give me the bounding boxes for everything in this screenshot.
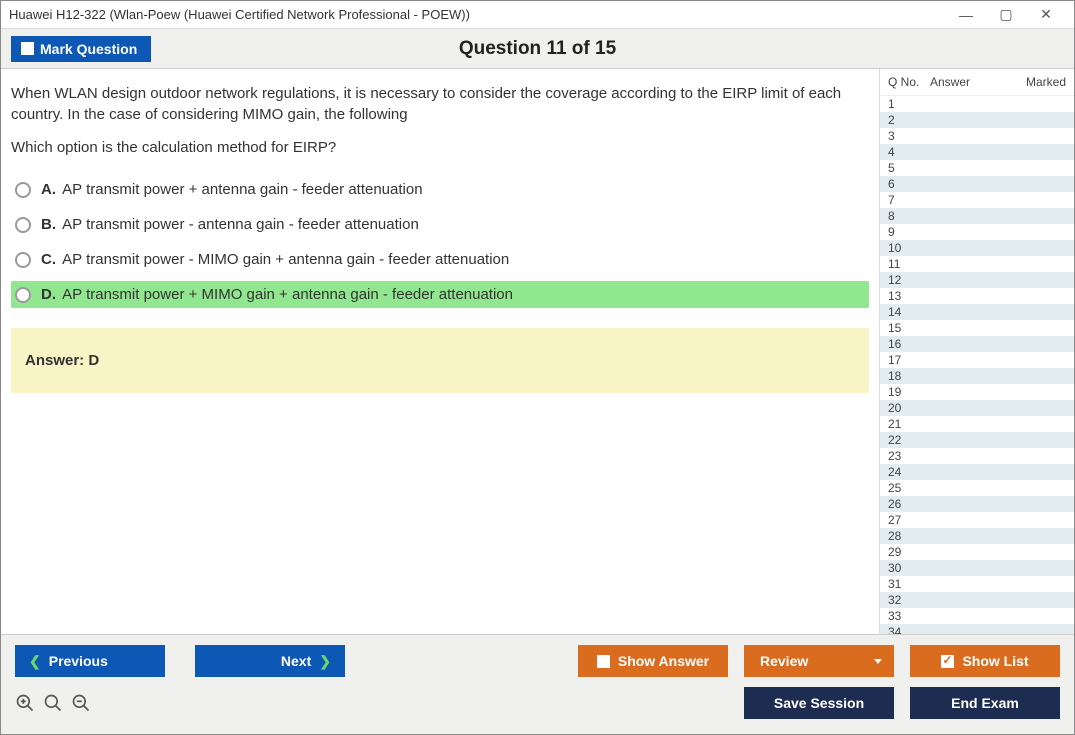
chevron-left-icon: ❮ <box>29 653 41 670</box>
chevron-down-icon <box>874 659 882 664</box>
show-list-label: Show List <box>962 653 1028 669</box>
col-qno: Q No. <box>888 75 930 89</box>
previous-label: Previous <box>49 653 108 669</box>
content-row: When WLAN design outdoor network regulat… <box>1 69 1074 634</box>
list-item[interactable]: 7 <box>880 192 1074 208</box>
option-text: D. AP transmit power + MIMO gain + anten… <box>41 286 513 303</box>
list-item[interactable]: 29 <box>880 544 1074 560</box>
list-item[interactable]: 27 <box>880 512 1074 528</box>
answer-box: Answer: D <box>11 328 869 393</box>
list-item[interactable]: 5 <box>880 160 1074 176</box>
zoom-out-icon[interactable] <box>71 693 91 713</box>
maximize-button[interactable]: ▢ <box>986 3 1026 27</box>
question-list-panel: Q No. Answer Marked 12345678910111213141… <box>879 69 1074 634</box>
mark-question-button[interactable]: Mark Question <box>11 36 151 62</box>
list-item[interactable]: 2 <box>880 112 1074 128</box>
radio-icon <box>15 217 31 233</box>
header-bar: Mark Question Question 11 of 15 <box>1 29 1074 69</box>
list-item[interactable]: 6 <box>880 176 1074 192</box>
button-row-2: Save Session End Exam <box>15 687 1060 719</box>
list-item[interactable]: 30 <box>880 560 1074 576</box>
list-item[interactable]: 18 <box>880 368 1074 384</box>
bottom-area: ❮ Previous Next ❯ Show Answer Review Sho… <box>1 634 1074 734</box>
end-exam-button[interactable]: End Exam <box>910 687 1060 719</box>
checkbox-checked-icon <box>941 655 954 668</box>
option-row[interactable]: B. AP transmit power - antenna gain - fe… <box>11 211 869 238</box>
list-item[interactable]: 20 <box>880 400 1074 416</box>
radio-icon <box>15 252 31 268</box>
zoom-reset-icon[interactable] <box>43 693 63 713</box>
list-item[interactable]: 19 <box>880 384 1074 400</box>
list-item[interactable]: 28 <box>880 528 1074 544</box>
list-item[interactable]: 31 <box>880 576 1074 592</box>
minimize-button[interactable]: — <box>946 3 986 27</box>
mark-question-label: Mark Question <box>40 41 137 57</box>
review-label: Review <box>760 653 808 669</box>
end-exam-label: End Exam <box>951 695 1019 711</box>
side-list[interactable]: 1234567891011121314151617181920212223242… <box>880 96 1074 634</box>
list-item[interactable]: 26 <box>880 496 1074 512</box>
previous-button[interactable]: ❮ Previous <box>15 645 165 677</box>
list-item[interactable]: 14 <box>880 304 1074 320</box>
checkbox-icon <box>21 42 34 55</box>
question-heading: Question 11 of 15 <box>1 38 1074 60</box>
save-session-label: Save Session <box>774 695 864 711</box>
col-answer: Answer <box>930 75 1016 89</box>
list-item[interactable]: 16 <box>880 336 1074 352</box>
option-row[interactable]: C. AP transmit power - MIMO gain + anten… <box>11 246 869 273</box>
show-answer-button[interactable]: Show Answer <box>578 645 728 677</box>
list-item[interactable]: 9 <box>880 224 1074 240</box>
chevron-right-icon: ❯ <box>319 653 331 670</box>
option-text: A. AP transmit power + antenna gain - fe… <box>41 181 423 198</box>
side-header: Q No. Answer Marked <box>880 69 1074 96</box>
list-item[interactable]: 32 <box>880 592 1074 608</box>
next-button[interactable]: Next ❯ <box>195 645 345 677</box>
radio-icon <box>15 287 31 303</box>
list-item[interactable]: 24 <box>880 464 1074 480</box>
titlebar: Huawei H12-322 (Wlan-Poew (Huawei Certif… <box>1 1 1074 29</box>
show-list-button[interactable]: Show List <box>910 645 1060 677</box>
list-item[interactable]: 3 <box>880 128 1074 144</box>
next-label: Next <box>281 653 311 669</box>
list-item[interactable]: 33 <box>880 608 1074 624</box>
zoom-controls <box>15 693 91 713</box>
list-item[interactable]: 15 <box>880 320 1074 336</box>
list-item[interactable]: 21 <box>880 416 1074 432</box>
close-button[interactable]: ✕ <box>1026 3 1066 27</box>
button-row-1: ❮ Previous Next ❯ Show Answer Review Sho… <box>15 645 1060 677</box>
list-item[interactable]: 1 <box>880 96 1074 112</box>
list-item[interactable]: 12 <box>880 272 1074 288</box>
list-item[interactable]: 17 <box>880 352 1074 368</box>
col-marked: Marked <box>1016 75 1070 89</box>
list-item[interactable]: 8 <box>880 208 1074 224</box>
list-item[interactable]: 13 <box>880 288 1074 304</box>
list-item[interactable]: 11 <box>880 256 1074 272</box>
main-panel: When WLAN design outdoor network regulat… <box>1 69 879 634</box>
list-item[interactable]: 22 <box>880 432 1074 448</box>
window-title: Huawei H12-322 (Wlan-Poew (Huawei Certif… <box>9 7 946 22</box>
list-item[interactable]: 34 <box>880 624 1074 634</box>
radio-icon <box>15 182 31 198</box>
option-text: B. AP transmit power - antenna gain - fe… <box>41 216 419 233</box>
question-text-1: When WLAN design outdoor network regulat… <box>11 83 869 125</box>
list-item[interactable]: 25 <box>880 480 1074 496</box>
option-row[interactable]: D. AP transmit power + MIMO gain + anten… <box>11 281 869 308</box>
list-item[interactable]: 23 <box>880 448 1074 464</box>
option-text: C. AP transmit power - MIMO gain + anten… <box>41 251 509 268</box>
list-item[interactable]: 4 <box>880 144 1074 160</box>
checkbox-icon <box>597 655 610 668</box>
list-item[interactable]: 10 <box>880 240 1074 256</box>
zoom-in-icon[interactable] <box>15 693 35 713</box>
question-text-2: Which option is the calculation method f… <box>11 137 869 158</box>
show-answer-label: Show Answer <box>618 653 709 669</box>
review-button[interactable]: Review <box>744 645 894 677</box>
save-session-button[interactable]: Save Session <box>744 687 894 719</box>
option-row[interactable]: A. AP transmit power + antenna gain - fe… <box>11 176 869 203</box>
